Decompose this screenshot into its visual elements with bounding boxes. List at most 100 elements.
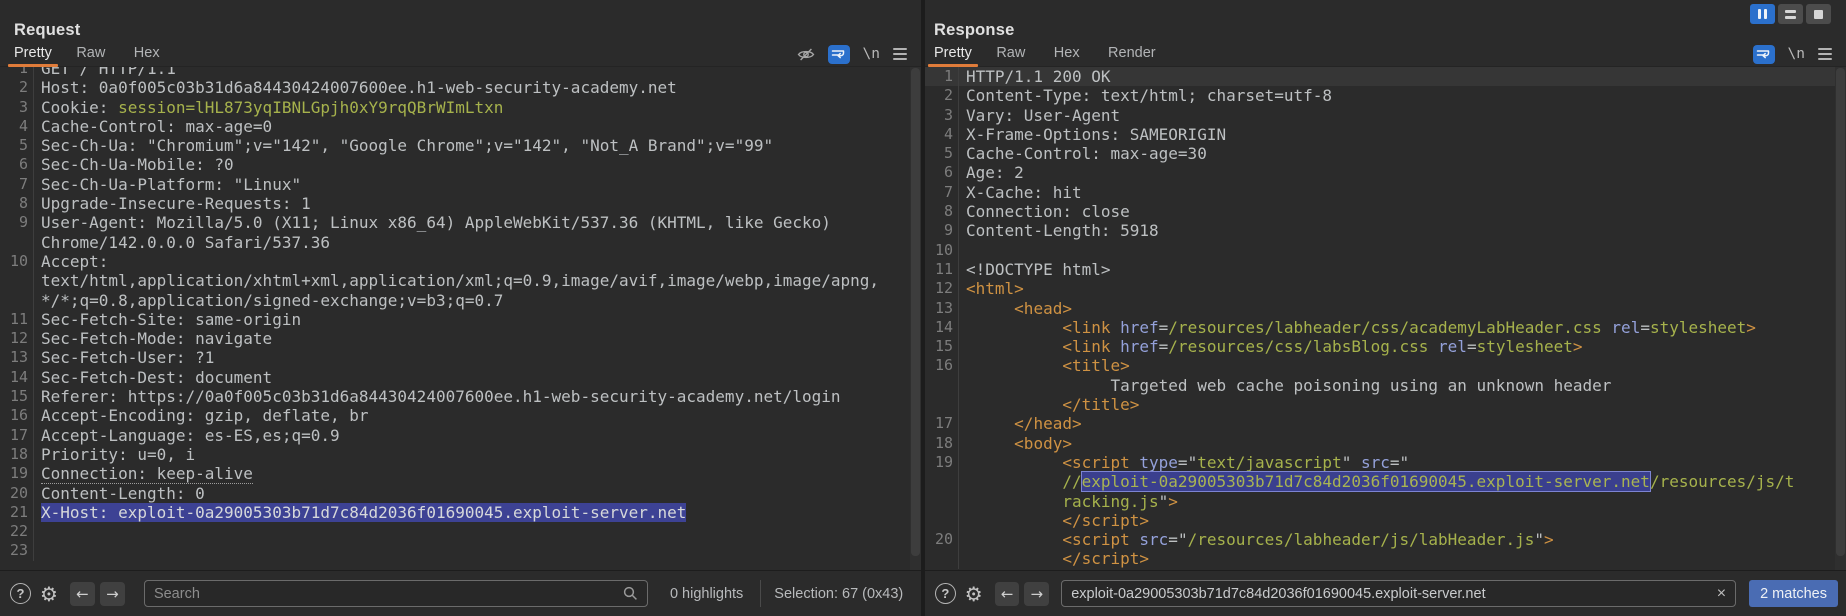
search-next-button[interactable]: → [1024,582,1049,606]
search-previous-button[interactable]: ← [70,582,95,606]
code-row[interactable]: 12Sec-Fetch-Mode: navigate [0,329,921,348]
code-row[interactable]: 7Sec-Ch-Ua-Platform: "Linux" [0,175,921,194]
code-row[interactable]: 20 <script src="/resources/labheader/js/… [925,530,1846,549]
code-row[interactable]: </title> [925,395,1846,414]
code-row[interactable]: 5Sec-Ch-Ua: "Chromium";v="142", "Google … [0,136,921,155]
code-row[interactable]: 6Age: 2 [925,163,1846,182]
code-row[interactable]: 5Cache-Control: max-age=30 [925,144,1846,163]
line-number: 8 [925,202,959,221]
request-editor[interactable]: 1GET / HTTP/1.12Host: 0a0f005c03b31d6a84… [0,67,921,570]
response-tab-render[interactable]: Render [1102,42,1162,66]
code-row[interactable]: 13 <head> [925,299,1846,318]
highlights-count: 0 highlights [670,586,743,602]
code-row[interactable]: //exploit-0a29005303b71d7c84d2036f016900… [925,472,1846,491]
visibility-toggle-icon[interactable] [797,46,815,63]
code-row[interactable]: 17 </head> [925,414,1846,433]
code-row[interactable]: </script> [925,549,1846,568]
soft-wrap-toggle-button[interactable] [1753,45,1775,64]
code-row[interactable]: racking.js"> [925,492,1846,511]
help-icon[interactable]: ? [10,583,31,604]
code-text: <title> [959,356,1130,375]
code-row[interactable]: 11<!DOCTYPE html> [925,260,1846,279]
layout-rows-button[interactable] [1778,4,1803,24]
editor-menu-icon[interactable] [1818,48,1832,60]
code-row[interactable]: 21X-Host: exploit-0a29005303b71d7c84d203… [0,503,921,522]
code-row[interactable]: 2Content-Type: text/html; charset=utf-8 [925,86,1846,105]
code-row[interactable]: 6Sec-Ch-Ua-Mobile: ?0 [0,155,921,174]
code-row[interactable]: */*;q=0.8,application/signed-exchange;v=… [0,291,921,310]
response-search-box[interactable]: × [1061,580,1736,607]
code-row[interactable]: 17Accept-Language: es-ES,es;q=0.9 [0,426,921,445]
response-scrollbar[interactable] [1835,67,1846,570]
code-row[interactable]: 8Connection: close [925,202,1846,221]
help-icon[interactable]: ? [935,583,956,604]
code-text: Connection: keep-alive [34,464,253,483]
code-row[interactable]: 1GET / HTTP/1.1 [0,67,921,78]
code-text: User-Agent: Mozilla/5.0 (X11; Linux x86_… [34,213,831,232]
code-row[interactable]: 16Accept-Encoding: gzip, deflate, br [0,406,921,425]
code-text: <!DOCTYPE html> [959,260,1111,279]
code-row[interactable]: 20Content-Length: 0 [0,484,921,503]
code-row[interactable]: 23 [0,541,921,560]
response-tab-raw[interactable]: Raw [990,42,1031,66]
code-row[interactable]: 15 <link href=/resources/css/labsBlog.cs… [925,337,1846,356]
code-row[interactable]: 3Vary: User-Agent [925,106,1846,125]
response-search-input[interactable] [1071,586,1711,602]
soft-wrap-toggle-button[interactable] [828,45,850,64]
line-number: 13 [925,299,959,318]
code-row[interactable]: 19 <script type="text/javascript" src=" [925,453,1846,472]
request-search-input[interactable] [154,586,623,602]
clear-search-icon[interactable]: × [1717,586,1726,602]
code-row[interactable]: 3Cookie: session=lHL873yqIBNLGpjh0xY9rqQ… [0,98,921,117]
line-number: 4 [0,117,34,136]
request-tab-raw[interactable]: Raw [70,42,111,66]
show-newlines-icon[interactable]: \n [1788,46,1805,62]
code-row[interactable]: 11Sec-Fetch-Site: same-origin [0,310,921,329]
code-text: Content-Length: 5918 [959,221,1159,240]
scrollbar-thumb[interactable] [911,68,920,556]
editor-menu-icon[interactable] [893,48,907,60]
response-editor[interactable]: 1HTTP/1.1 200 OK2Content-Type: text/html… [925,67,1846,570]
settings-gear-icon[interactable]: ⚙ [40,584,58,604]
code-row[interactable]: </script> [925,511,1846,530]
scrollbar-thumb[interactable] [1836,68,1845,556]
code-row[interactable]: 14Sec-Fetch-Dest: document [0,368,921,387]
code-row[interactable]: 8Upgrade-Insecure-Requests: 1 [0,194,921,213]
request-tab-hex[interactable]: Hex [128,42,166,66]
response-tab-pretty[interactable]: Pretty [928,42,978,66]
code-row[interactable]: 19Connection: keep-alive [0,464,921,483]
code-row[interactable]: 15Referer: https://0a0f005c03b31d6a84430… [0,387,921,406]
code-row[interactable]: 22 [0,522,921,541]
line-number: 9 [0,213,34,232]
line-number: 20 [0,484,34,503]
code-row[interactable]: 18Priority: u=0, i [0,445,921,464]
code-row[interactable]: 10Accept: [0,252,921,271]
code-row[interactable]: Chrome/142.0.0.0 Safari/537.36 [0,233,921,252]
code-row[interactable]: 7X-Cache: hit [925,183,1846,202]
code-row[interactable]: 12<html> [925,279,1846,298]
request-search-box[interactable] [144,580,648,607]
code-row[interactable]: Targeted web cache poisoning using an un… [925,376,1846,395]
code-row[interactable]: 1HTTP/1.1 200 OK [925,67,1846,86]
settings-gear-icon[interactable]: ⚙ [965,584,983,604]
code-row[interactable]: 9User-Agent: Mozilla/5.0 (X11; Linux x86… [0,213,921,232]
response-tab-hex[interactable]: Hex [1048,42,1086,66]
code-row[interactable]: 4Cache-Control: max-age=0 [0,117,921,136]
layout-single-button[interactable] [1806,4,1831,24]
request-scrollbar[interactable] [910,67,921,570]
code-row[interactable]: 16 <title> [925,356,1846,375]
request-tab-pretty[interactable]: Pretty [8,42,58,66]
search-next-button[interactable]: → [100,582,125,606]
code-row[interactable]: 10 [925,241,1846,260]
code-text: <script type="text/javascript" src=" [959,453,1409,472]
code-row[interactable]: 18 <body> [925,434,1846,453]
show-newlines-icon[interactable]: \n [863,46,880,62]
code-row[interactable]: 4X-Frame-Options: SAMEORIGIN [925,125,1846,144]
code-row[interactable]: 13Sec-Fetch-User: ?1 [0,348,921,367]
code-row[interactable]: 2Host: 0a0f005c03b31d6a84430424007600ee.… [0,78,921,97]
code-row[interactable]: text/html,application/xhtml+xml,applicat… [0,271,921,290]
code-row[interactable]: 9Content-Length: 5918 [925,221,1846,240]
layout-columns-button[interactable] [1750,4,1775,24]
code-row[interactable]: 14 <link href=/resources/labheader/css/a… [925,318,1846,337]
search-previous-button[interactable]: ← [995,582,1020,606]
